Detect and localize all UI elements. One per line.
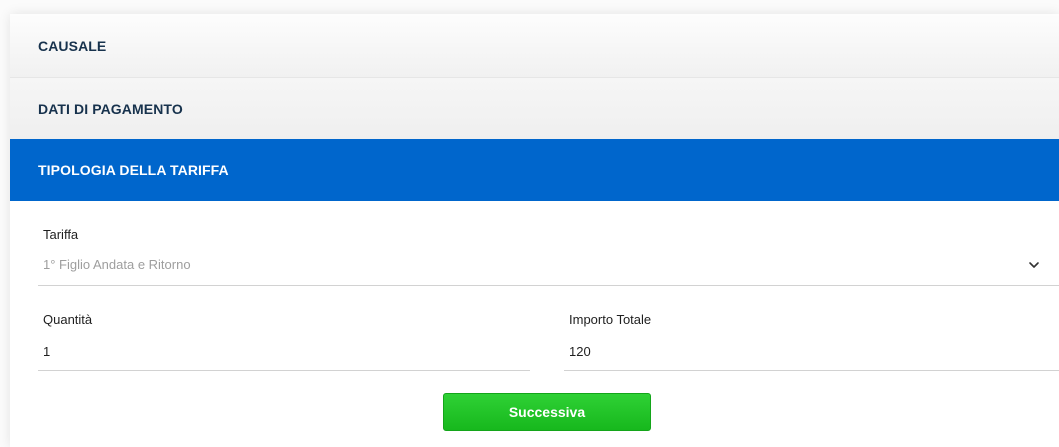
section-header-dati-pagamento[interactable]: DATI DI PAGAMENTO	[10, 78, 1059, 139]
quantita-underline	[38, 370, 530, 371]
tariffa-label: Tariffa	[43, 227, 79, 242]
importo-totale-input[interactable]: 120	[569, 344, 591, 359]
section-title-dati-pagamento: DATI DI PAGAMENTO	[38, 100, 183, 117]
payment-form-panel: CAUSALE DATI DI PAGAMENTO TIPOLOGIA DELL…	[10, 14, 1059, 447]
quantita-label: Quantità	[43, 312, 93, 327]
tariffa-underline	[38, 285, 1059, 286]
section-header-causale[interactable]: CAUSALE	[10, 14, 1059, 78]
section-title-tipologia-tariffa: TIPOLOGIA DELLA TARIFFA	[38, 162, 229, 178]
quantita-input[interactable]: 1	[43, 344, 50, 359]
section-header-tipologia-tariffa[interactable]: TIPOLOGIA DELLA TARIFFA	[10, 139, 1059, 201]
next-button-label: Successiva	[508, 404, 586, 420]
section-title-causale: CAUSALE	[38, 37, 107, 54]
importo-totale-label: Importo Totale	[569, 312, 652, 327]
chevron-down-icon[interactable]	[1027, 258, 1041, 272]
next-button[interactable]: Successiva	[443, 393, 651, 431]
importo-totale-underline	[564, 370, 1059, 371]
tariffa-selected-value[interactable]: 1° Figlio Andata e Ritorno	[43, 257, 191, 272]
